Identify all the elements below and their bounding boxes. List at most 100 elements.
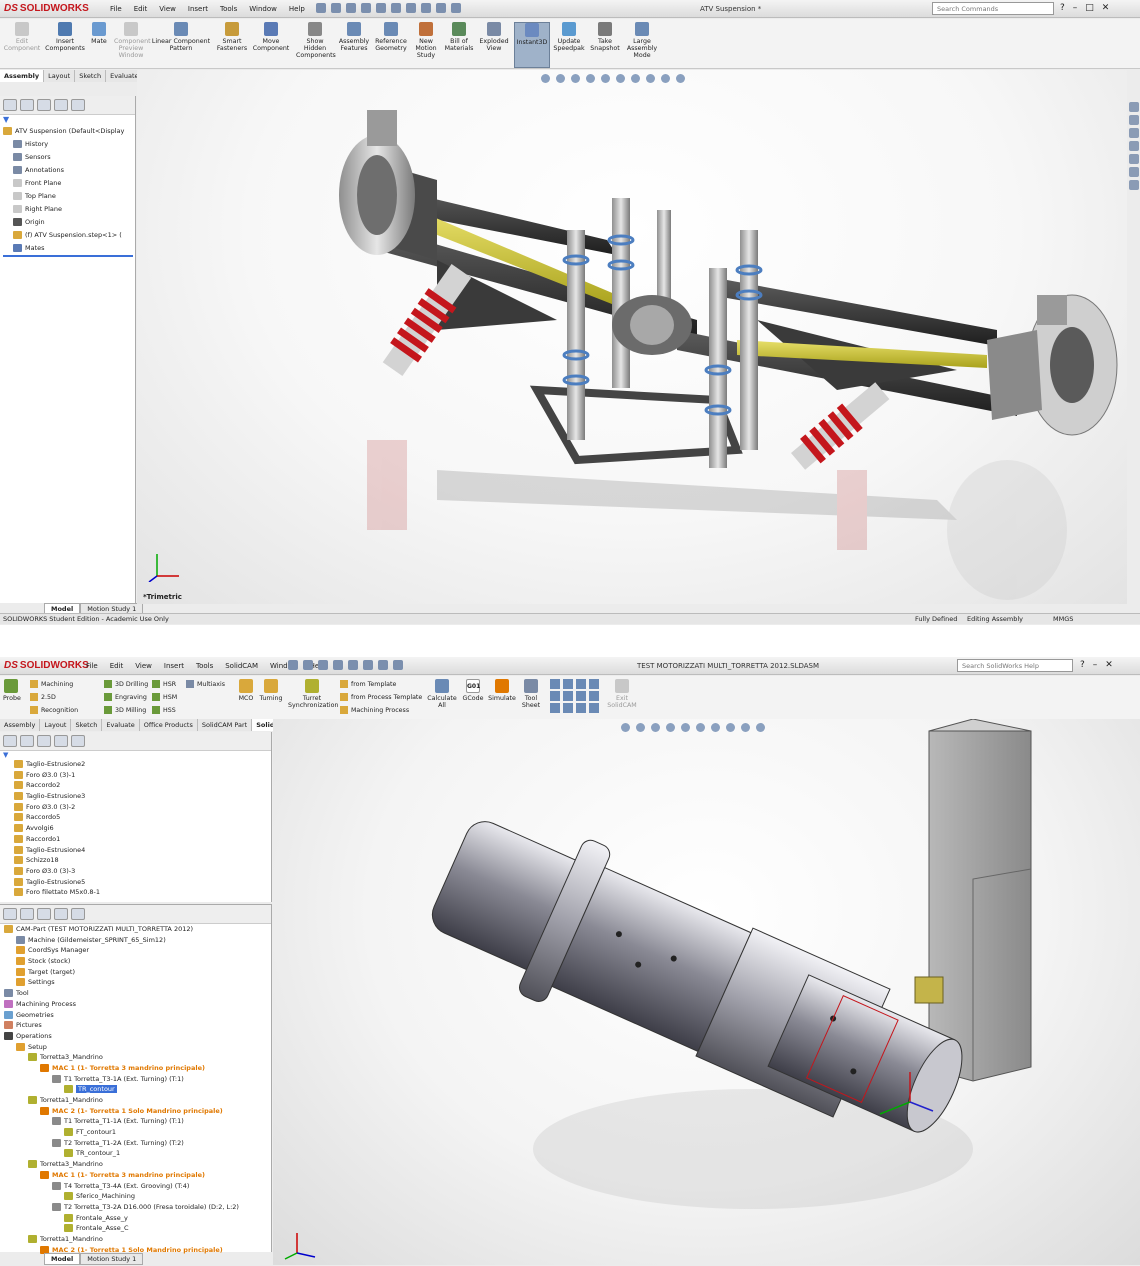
undo-icon[interactable] xyxy=(391,3,401,13)
tree-item[interactable]: Top Plane xyxy=(0,190,135,203)
view-icon[interactable] xyxy=(589,703,599,713)
select-icon[interactable] xyxy=(363,660,373,670)
tab-office-products[interactable]: Office Products xyxy=(139,719,198,731)
configuration-tab-icon[interactable] xyxy=(37,908,51,920)
view-icon[interactable] xyxy=(550,691,560,701)
tab-layout[interactable]: Layout xyxy=(40,719,72,731)
feature-item[interactable]: Foro Ø3.0 (3)-3 xyxy=(14,866,271,877)
cam-tree-item[interactable]: Machining Process xyxy=(0,999,271,1010)
cam-tree-item[interactable]: MAC 1 (1- Torretta 3 mandrino principale… xyxy=(0,1170,271,1181)
cam-tree-item[interactable]: Torretta1_Mandrino xyxy=(0,1234,271,1245)
hsr-button[interactable]: HSR xyxy=(152,678,177,691)
display-manager-tab-icon[interactable] xyxy=(71,735,85,747)
options-icon[interactable] xyxy=(451,3,461,13)
2-5d-button[interactable]: 2.5D xyxy=(30,691,78,704)
property-manager-tab-icon[interactable] xyxy=(20,99,34,111)
new-motion-study-button[interactable]: New Motion Study xyxy=(412,22,440,59)
save-icon[interactable] xyxy=(361,3,371,13)
tab-layout[interactable]: Layout xyxy=(44,70,76,82)
feature-tree-tab-icon[interactable] xyxy=(3,735,17,747)
cam-tree-item[interactable]: Stock (stock) xyxy=(0,956,271,967)
dimxpert-tab-icon[interactable] xyxy=(54,735,68,747)
cam-tree-item[interactable]: Machine (Gildemeister_SPRINT_65_Sim12) xyxy=(0,935,271,946)
property-manager-tab-icon[interactable] xyxy=(20,735,34,747)
instant3d-button[interactable]: Instant3D xyxy=(514,22,550,68)
help-icon[interactable]: ? xyxy=(1060,3,1065,13)
cam-tree-item[interactable]: CAM-Part (TEST MOTORIZZATI MULTI_TORRETT… xyxy=(0,924,271,935)
take-snapshot-button[interactable]: Take Snapshot xyxy=(590,22,620,52)
tree-item[interactable]: Annotations xyxy=(0,164,135,177)
minimize-icon[interactable]: – xyxy=(1093,660,1098,670)
tree-item[interactable]: Sensors xyxy=(0,151,135,164)
filter-icon[interactable]: ▼ xyxy=(0,751,271,759)
file-explorer-icon[interactable] xyxy=(1129,128,1139,138)
cam-tree-item[interactable]: CoordSys Manager xyxy=(0,945,271,956)
component-preview-window-button[interactable]: Component Preview Window xyxy=(114,22,151,59)
tree-item[interactable]: Mates xyxy=(0,242,135,255)
tree-item[interactable]: History xyxy=(0,138,135,151)
show-hidden-components-button[interactable]: Show Hidden Components xyxy=(296,22,336,59)
cam-tree-item[interactable]: T4 Torretta_T3-4A (Ext. Grooving) (T:4) xyxy=(0,1181,271,1192)
rollback-bar[interactable] xyxy=(3,255,133,257)
turning-button[interactable]: Turning xyxy=(258,679,284,702)
feature-item[interactable]: Raccordo1 xyxy=(14,834,271,845)
feature-item[interactable]: Taglio-Estrusione4 xyxy=(14,845,271,856)
smart-fasteners-button[interactable]: Smart Fasteners xyxy=(216,22,248,52)
cam-tree-item[interactable]: Sferico_Machining xyxy=(0,1191,271,1202)
display-manager-tab-icon[interactable] xyxy=(71,99,85,111)
mate-button[interactable]: Mate xyxy=(88,22,110,45)
close-icon[interactable]: ✕ xyxy=(1105,660,1113,670)
new-doc-icon[interactable] xyxy=(288,660,298,670)
file-properties-icon[interactable] xyxy=(436,3,446,13)
minimize-icon[interactable]: – xyxy=(1073,3,1078,13)
cam-tree-item[interactable]: T2 Torretta_T1-2A (Ext. Turning) (T:2) xyxy=(0,1138,271,1149)
probe-button[interactable]: Probe xyxy=(3,679,21,702)
tree-item[interactable]: ATV Suspension (Default<Display xyxy=(0,125,135,138)
view-icon[interactable] xyxy=(563,679,573,689)
tab-assembly[interactable]: Assembly xyxy=(0,719,41,731)
view-icon[interactable] xyxy=(576,703,586,713)
new-doc-icon[interactable] xyxy=(331,3,341,13)
cam-tree-item[interactable]: FT_contour1 xyxy=(0,1127,271,1138)
feature-item[interactable]: Taglio-Estrusione5 xyxy=(14,877,271,888)
from-template-button[interactable]: from Template xyxy=(340,678,422,691)
move-component-button[interactable]: Move Component xyxy=(250,22,292,52)
property-manager-tab-icon[interactable] xyxy=(20,908,34,920)
menu-item-tools[interactable]: Tools xyxy=(190,662,219,670)
tool-sheet-button[interactable]: Tool Sheet xyxy=(518,679,544,709)
graphics-area[interactable] xyxy=(273,719,1140,1265)
machining-button[interactable]: Machining xyxy=(30,678,78,691)
tab-solidcam-part[interactable]: SolidCAM Part xyxy=(197,719,253,731)
edit-component-button[interactable]: Edit Component xyxy=(3,22,41,52)
cam-tree-item[interactable]: Torretta3_Mandrino xyxy=(0,1159,271,1170)
open-icon[interactable] xyxy=(303,660,313,670)
3d-milling-button[interactable]: 3D Milling xyxy=(104,704,148,717)
view-icon[interactable] xyxy=(576,679,586,689)
tab-evaluate[interactable]: Evaluate xyxy=(102,719,140,731)
cam-tree-item[interactable]: TR_contour xyxy=(0,1084,271,1095)
exploded-view-button[interactable]: Exploded View xyxy=(478,22,510,52)
cam-tree-item[interactable]: T1 Torretta_T3-1A (Ext. Turning) (T:1) xyxy=(0,1074,271,1085)
menu-item-help[interactable]: Help xyxy=(283,5,311,13)
tree-item[interactable]: Front Plane xyxy=(0,177,135,190)
feature-item[interactable]: Foro Ø3.0 (3)-1 xyxy=(14,770,271,781)
filter-icon[interactable]: ▼ xyxy=(0,115,135,125)
linear-component-pattern-button[interactable]: Linear Component Pattern xyxy=(150,22,212,52)
select-icon[interactable] xyxy=(406,3,416,13)
cam-tree-item[interactable]: MAC 2 (1- Torretta 1 Solo Mandrino princ… xyxy=(0,1106,271,1117)
from-process-template-button[interactable]: from Process Template xyxy=(340,691,422,704)
search-commands-input[interactable]: Search Commands xyxy=(932,2,1054,15)
tree-item[interactable]: Right Plane xyxy=(0,203,135,216)
tab-sketch[interactable]: Sketch xyxy=(75,70,107,82)
menu-item-view[interactable]: View xyxy=(129,662,158,670)
turret-sync-button[interactable]: Turret Synchronization xyxy=(288,679,338,709)
cam-tree-item[interactable]: Frontale_Asse_y xyxy=(0,1213,271,1224)
machining-process-button[interactable]: Machining Process xyxy=(340,704,422,717)
menu-item-tools[interactable]: Tools xyxy=(214,5,243,13)
save-icon[interactable] xyxy=(318,660,328,670)
insert-components-button[interactable]: Insert Components xyxy=(45,22,85,52)
tab-assembly[interactable]: Assembly xyxy=(0,70,45,82)
hsm-button[interactable]: HSM xyxy=(152,691,177,704)
mco-button[interactable]: MCO xyxy=(236,679,256,702)
cam-tree-item[interactable]: T2 Torretta_T3-2A D16.000 (Fresa toroida… xyxy=(0,1202,271,1213)
